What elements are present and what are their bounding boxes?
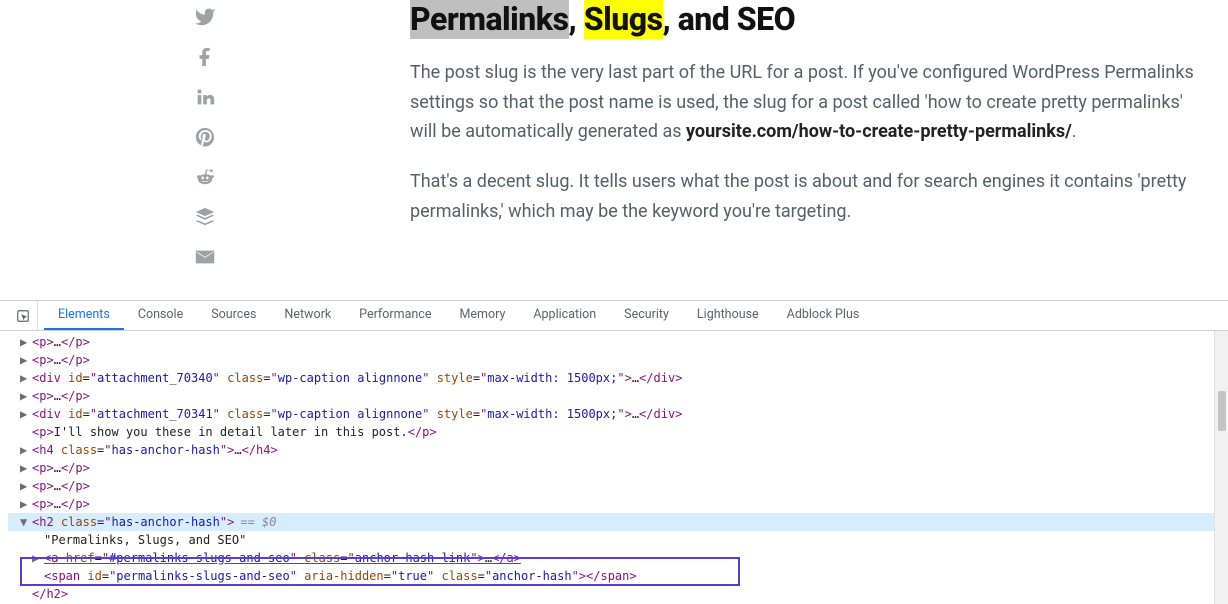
dom-node[interactable]: ▶<a href="#permalinks-slugs-and-seo" cla… xyxy=(8,549,1228,567)
devtools-tab-network[interactable]: Network xyxy=(270,301,345,330)
inspect-icon[interactable] xyxy=(8,301,38,330)
dom-node[interactable]: </h2> xyxy=(8,585,1228,603)
devtools-tab-application[interactable]: Application xyxy=(519,301,610,330)
devtools-panel: ElementsConsoleSourcesNetworkPerformance… xyxy=(0,300,1228,604)
dom-node[interactable]: ▼<h2 class="has-anchor-hash">== $0 xyxy=(8,513,1228,531)
reddit-icon[interactable] xyxy=(194,166,216,188)
dom-node[interactable]: "Permalinks, Slugs, and SEO" xyxy=(8,531,1228,549)
devtools-tab-performance[interactable]: Performance xyxy=(345,301,445,330)
dom-node[interactable]: <p>I'll show you these in detail later i… xyxy=(8,423,1228,441)
heading-highlight-gray: Permalinks xyxy=(410,0,569,39)
dom-node[interactable]: ▶<p>…</p> xyxy=(8,495,1228,513)
dom-node[interactable]: ▶<p>…</p> xyxy=(8,459,1228,477)
facebook-icon[interactable] xyxy=(194,46,216,68)
devtools-tab-lighthouse[interactable]: Lighthouse xyxy=(683,301,773,330)
dom-node[interactable]: ▶<p>…</p> xyxy=(8,387,1228,405)
dom-node[interactable]: ▶<p>…</p> xyxy=(8,477,1228,495)
article-heading: Permalinks, Slugs, and SEO xyxy=(410,0,1210,38)
devtools-tabs: ElementsConsoleSourcesNetworkPerformance… xyxy=(0,301,1228,331)
linkedin-icon[interactable] xyxy=(194,86,216,108)
page-content: Permalinks, Slugs, and SEO The post slug… xyxy=(0,0,1228,300)
article-paragraph: That's a decent slug. It tells users wha… xyxy=(410,167,1210,226)
pinterest-icon[interactable] xyxy=(194,126,216,148)
dom-node[interactable]: ▶<p>…</p> xyxy=(8,351,1228,369)
devtools-tab-elements[interactable]: Elements xyxy=(44,301,124,330)
dom-node[interactable]: <span id="permalinks-slugs-and-seo" aria… xyxy=(8,567,1228,585)
scrollbar[interactable] xyxy=(1214,331,1228,604)
share-sidebar xyxy=(0,0,410,300)
buffer-icon[interactable] xyxy=(194,206,216,228)
twitter-icon[interactable] xyxy=(194,6,216,28)
dom-node[interactable]: ▶<h4 class="has-anchor-hash">…</h4> xyxy=(8,441,1228,459)
dom-node[interactable]: ▶<p>…</p> xyxy=(8,333,1228,351)
dom-node[interactable]: ▶<div id="attachment_70340" class="wp-ca… xyxy=(8,369,1228,387)
devtools-elements-tree[interactable]: ▶<p>…</p>▶<p>…</p>▶<div id="attachment_7… xyxy=(0,331,1228,604)
devtools-tab-security[interactable]: Security xyxy=(610,301,683,330)
url-example: yoursite.com/how-to-create-pretty-permal… xyxy=(686,121,1072,142)
devtools-tab-console[interactable]: Console xyxy=(124,301,197,330)
heading-highlight-yellow: Slugs xyxy=(584,0,663,39)
dom-node[interactable]: ▶<div id="attachment_70341" class="wp-ca… xyxy=(8,405,1228,423)
devtools-tab-sources[interactable]: Sources xyxy=(197,301,270,330)
email-icon[interactable] xyxy=(194,246,216,268)
devtools-tab-memory[interactable]: Memory xyxy=(445,301,519,330)
devtools-tab-adblock-plus[interactable]: Adblock Plus xyxy=(773,301,874,330)
article-paragraph: The post slug is the very last part of t… xyxy=(410,58,1210,147)
article-content: Permalinks, Slugs, and SEO The post slug… xyxy=(410,0,1228,300)
